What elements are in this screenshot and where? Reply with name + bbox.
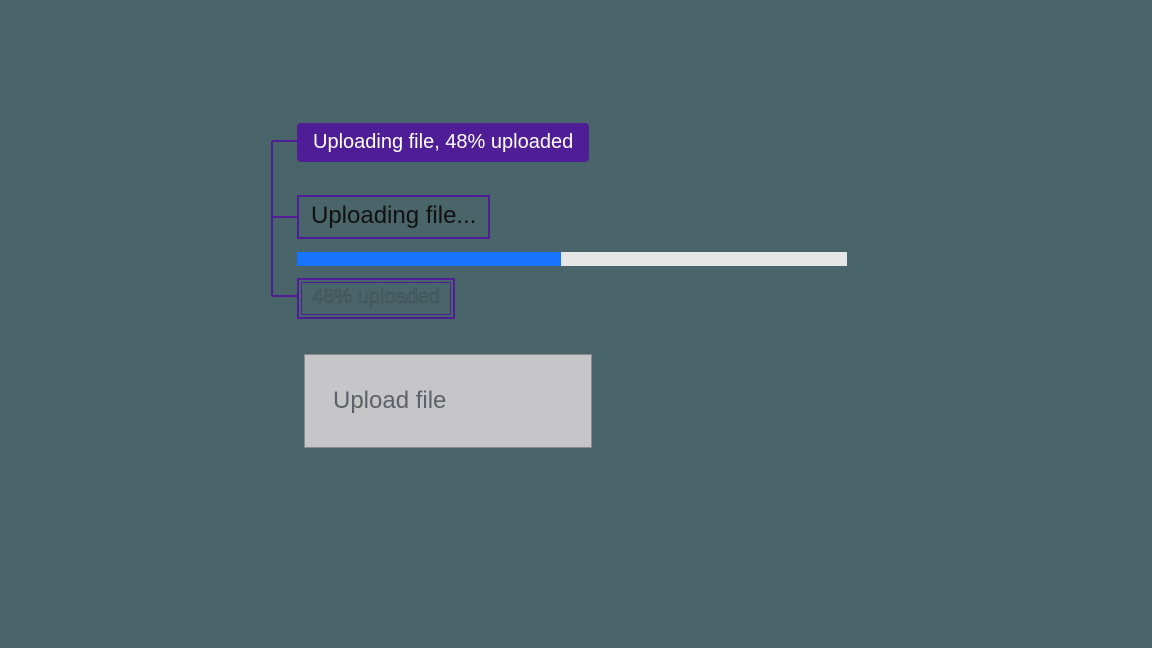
upload-file-button[interactable]: Upload file bbox=[304, 354, 592, 448]
upload-progress-bar bbox=[297, 252, 847, 266]
live-region-announcement: Uploading file, 48% uploaded bbox=[297, 123, 589, 162]
upload-percent-label: 48% uploaded bbox=[297, 278, 455, 319]
annotation-connector bbox=[262, 141, 302, 311]
upload-status-label: Uploading file... bbox=[297, 195, 490, 239]
upload-percent-label-text: 48% uploaded bbox=[301, 282, 451, 315]
upload-progress-fill bbox=[297, 252, 561, 266]
